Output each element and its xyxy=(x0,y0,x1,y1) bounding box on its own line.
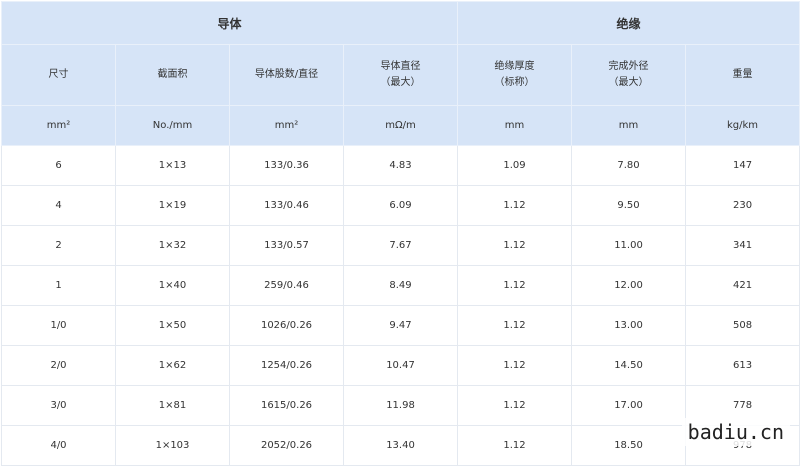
table-cell: 1.12 xyxy=(457,225,573,266)
table-cell: 1×62 xyxy=(115,345,230,386)
column-header: 尺寸 xyxy=(1,44,116,106)
column-unit: mm xyxy=(571,105,687,146)
table-row: 6 1×13 133/0.36 4.83 1.09 7.80 147 xyxy=(1,145,800,186)
column-header: 截面积 xyxy=(115,44,230,106)
table-cell: 2052/0.26 xyxy=(229,425,344,466)
column-unit: No./mm xyxy=(115,105,230,146)
table-cell: 1.12 xyxy=(457,265,573,306)
table-cell: 9.50 xyxy=(571,185,687,226)
table-cell: 508 xyxy=(685,305,800,346)
table-cell: 7.80 xyxy=(571,145,687,186)
table-cell: 14.50 xyxy=(571,345,687,386)
group-insulation: 绝缘 xyxy=(457,1,800,45)
column-unit: mm² xyxy=(229,105,344,146)
table-cell: 13.00 xyxy=(571,305,687,346)
table-header: 导体 绝缘 尺寸 截面积 导体股数/直径 导体直径 （最大） 绝缘厚度 （标称） 完… xyxy=(0,1,800,146)
table-cell: 1×50 xyxy=(115,305,230,346)
table-cell: 1×13 xyxy=(115,145,230,186)
table-cell: 11.00 xyxy=(571,225,687,266)
column-name: 绝缘厚度 xyxy=(494,61,535,72)
table-cell: 1615/0.26 xyxy=(229,385,344,426)
table-cell: 17.00 xyxy=(571,385,687,426)
table-row: 4/01×1032052/0.2613.401.1218.50978 xyxy=(1,425,800,466)
table-cell: 1 xyxy=(1,265,116,306)
table-cell: 1254/0.26 xyxy=(229,345,344,386)
table-cell: 9.47 xyxy=(342,305,459,346)
table-cell: 4.83 xyxy=(342,145,459,186)
table-cell: 421 xyxy=(685,265,800,306)
column-name: 截面积 xyxy=(157,69,188,80)
table-cell: 1×40 xyxy=(115,265,230,306)
table-cell: 4 xyxy=(1,185,116,226)
table-cell: 133/0.36 xyxy=(229,145,344,186)
table-cell: 10.47 xyxy=(342,345,459,386)
table-row: 1/0 1×50 1026/0.26 9.47 1.12 13.00 508 xyxy=(1,305,800,346)
table-cell: 18.50 xyxy=(571,425,687,466)
table-cell: 1.12 xyxy=(457,425,573,466)
table-cell: 6.09 xyxy=(342,185,459,226)
table-cell: 2 xyxy=(1,225,116,266)
table-cell: 11.98 xyxy=(342,385,459,426)
column-subname: （最大） xyxy=(608,77,649,88)
table-cell: 1.09 xyxy=(457,145,573,186)
column-header: 绝缘厚度 （标称） xyxy=(457,44,573,106)
table-cell: 230 xyxy=(685,185,800,226)
table-cell: 1026/0.26 xyxy=(229,305,344,346)
table-cell: 1×103 xyxy=(115,425,230,466)
column-header: 导体股数/直径 xyxy=(229,44,344,106)
table-cell: 1.12 xyxy=(457,305,573,346)
table-cell: 147 xyxy=(685,145,800,186)
table-cell: 1.12 xyxy=(457,385,573,426)
table-row: 2 1×32 133/0.57 7.67 1.12 11.00 341 xyxy=(1,225,800,266)
table-row: 3/0 1×81 1615/0.26 11.98 1.12 17.00 778 xyxy=(1,385,800,426)
unit-row: mm² No./mm mm² mΩ/m mm mm kg/km xyxy=(1,105,800,146)
table-cell: 6 xyxy=(1,145,116,186)
column-header: 重量 xyxy=(685,44,800,106)
table-row: 1 1×40 259/0.46 8.49 1.12 12.00 421 xyxy=(1,265,800,306)
table-cell: 1.12 xyxy=(457,185,573,226)
group-header-row: 导体 绝缘 xyxy=(0,1,800,45)
column-name: 尺寸 xyxy=(48,69,69,80)
column-unit: mm xyxy=(457,105,573,146)
table-cell: 12.00 xyxy=(571,265,687,306)
column-name: 导体股数/直径 xyxy=(254,69,319,80)
table-cell: 613 xyxy=(685,345,800,386)
table-cell: 1.12 xyxy=(457,345,573,386)
group-conductor: 导体 xyxy=(0,1,459,45)
table-row: 4 1×19 133/0.46 6.09 1.12 9.50 230 xyxy=(1,185,800,226)
table-cell: 259/0.46 xyxy=(229,265,344,306)
table-cell: 8.49 xyxy=(342,265,459,306)
column-name-row: 尺寸 截面积 导体股数/直径 导体直径 （最大） 绝缘厚度 （标称） 完成外径 （最大… xyxy=(1,44,800,106)
table-cell: 133/0.57 xyxy=(229,225,344,266)
table-row: 2/0 1×62 1254/0.26 10.47 1.12 14.50 613 xyxy=(1,345,800,386)
table-cell: 1×19 xyxy=(115,185,230,226)
column-name: 导体直径 xyxy=(380,61,421,72)
column-name: 重量 xyxy=(732,69,753,80)
table-cell: 3/0 xyxy=(1,385,116,426)
column-unit: mΩ/m xyxy=(342,105,459,146)
column-unit: mm² xyxy=(1,105,116,146)
table-cell: 1/0 xyxy=(1,305,116,346)
table-cell: 7.67 xyxy=(342,225,459,266)
table-cell: 4/0 xyxy=(1,425,116,466)
table-cell: 1×32 xyxy=(115,225,230,266)
table-body: 6 1×13 133/0.36 4.83 1.09 7.80 147 4 1×19 133/0.4… xyxy=(1,145,800,466)
column-unit: kg/km xyxy=(685,105,800,146)
watermark: badiu.cn xyxy=(681,418,790,446)
column-subname: （标称） xyxy=(494,77,535,88)
column-subname: （最大） xyxy=(380,77,421,88)
table-cell: 133/0.46 xyxy=(229,185,344,226)
table-cell: 1×81 xyxy=(115,385,230,426)
table-cell: 341 xyxy=(685,225,800,266)
table-cell: 13.40 xyxy=(342,425,459,466)
column-header: 导体直径 （最大） xyxy=(342,44,459,106)
table-cell: 2/0 xyxy=(1,345,116,386)
column-header: 完成外径 （最大） xyxy=(571,44,687,106)
column-name: 完成外径 xyxy=(608,61,649,72)
cable-spec-table: 导体 绝缘 尺寸 截面积 导体股数/直径 导体直径 （最大） 绝缘厚度 （标称） 完… xyxy=(0,1,800,466)
